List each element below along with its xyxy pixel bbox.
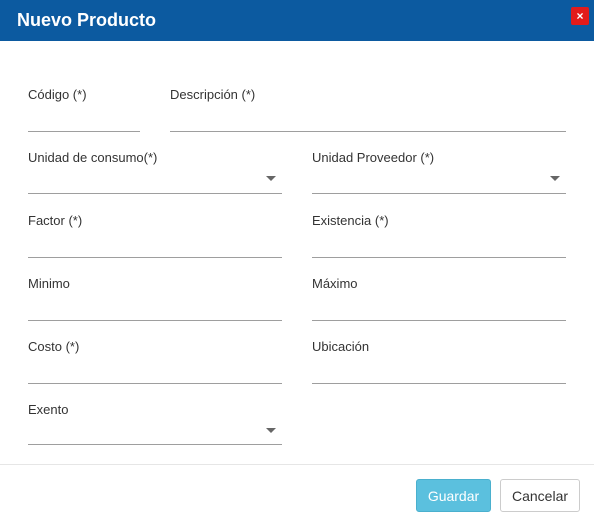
ubicacion-underline xyxy=(312,383,566,384)
factor-input[interactable] xyxy=(28,231,286,257)
costo-label: Costo (*) xyxy=(28,339,80,354)
chevron-down-icon[interactable] xyxy=(550,176,560,181)
existencia-label: Existencia (*) xyxy=(312,213,389,228)
costo-input[interactable] xyxy=(28,357,286,383)
descripcion-label: Descripción (*) xyxy=(170,87,256,102)
unidad-consumo-label: Unidad de consumo(*) xyxy=(28,150,158,165)
exento-select[interactable] xyxy=(28,418,282,442)
factor-label: Factor (*) xyxy=(28,213,83,228)
save-button[interactable]: Guardar xyxy=(416,479,491,512)
minimo-underline xyxy=(28,320,282,321)
unidad-proveedor-select[interactable] xyxy=(312,166,566,190)
cancel-button[interactable]: Cancelar xyxy=(500,479,580,512)
maximo-underline xyxy=(312,320,566,321)
maximo-label: Máximo xyxy=(312,276,358,291)
descripcion-underline xyxy=(170,131,566,132)
exento-label: Exento xyxy=(28,402,69,417)
minimo-input[interactable] xyxy=(28,294,286,320)
ubicacion-label: Ubicación xyxy=(312,339,370,354)
existencia-input[interactable] xyxy=(312,231,570,257)
chevron-down-icon[interactable] xyxy=(266,428,276,433)
codigo-input[interactable] xyxy=(28,104,144,130)
ubicacion-input[interactable] xyxy=(312,357,570,383)
codigo-underline xyxy=(28,131,140,132)
dialog-title: Nuevo Producto xyxy=(17,10,157,30)
close-button[interactable]: × xyxy=(571,7,589,25)
factor-underline xyxy=(28,257,282,258)
exento-underline xyxy=(28,444,282,445)
chevron-down-icon[interactable] xyxy=(266,176,276,181)
minimo-label: Minimo xyxy=(28,276,70,291)
dialog-header: Nuevo Producto × xyxy=(0,0,594,41)
descripcion-input[interactable] xyxy=(170,104,570,130)
close-icon: × xyxy=(576,9,584,23)
unidad-consumo-select[interactable] xyxy=(28,166,282,190)
unidad-proveedor-underline xyxy=(312,193,566,194)
unidad-consumo-underline xyxy=(28,193,282,194)
codigo-label: Código (*) xyxy=(28,87,87,102)
maximo-input[interactable] xyxy=(312,294,570,320)
costo-underline xyxy=(28,383,282,384)
existencia-underline xyxy=(312,257,566,258)
unidad-proveedor-label: Unidad Proveedor (*) xyxy=(312,150,435,165)
